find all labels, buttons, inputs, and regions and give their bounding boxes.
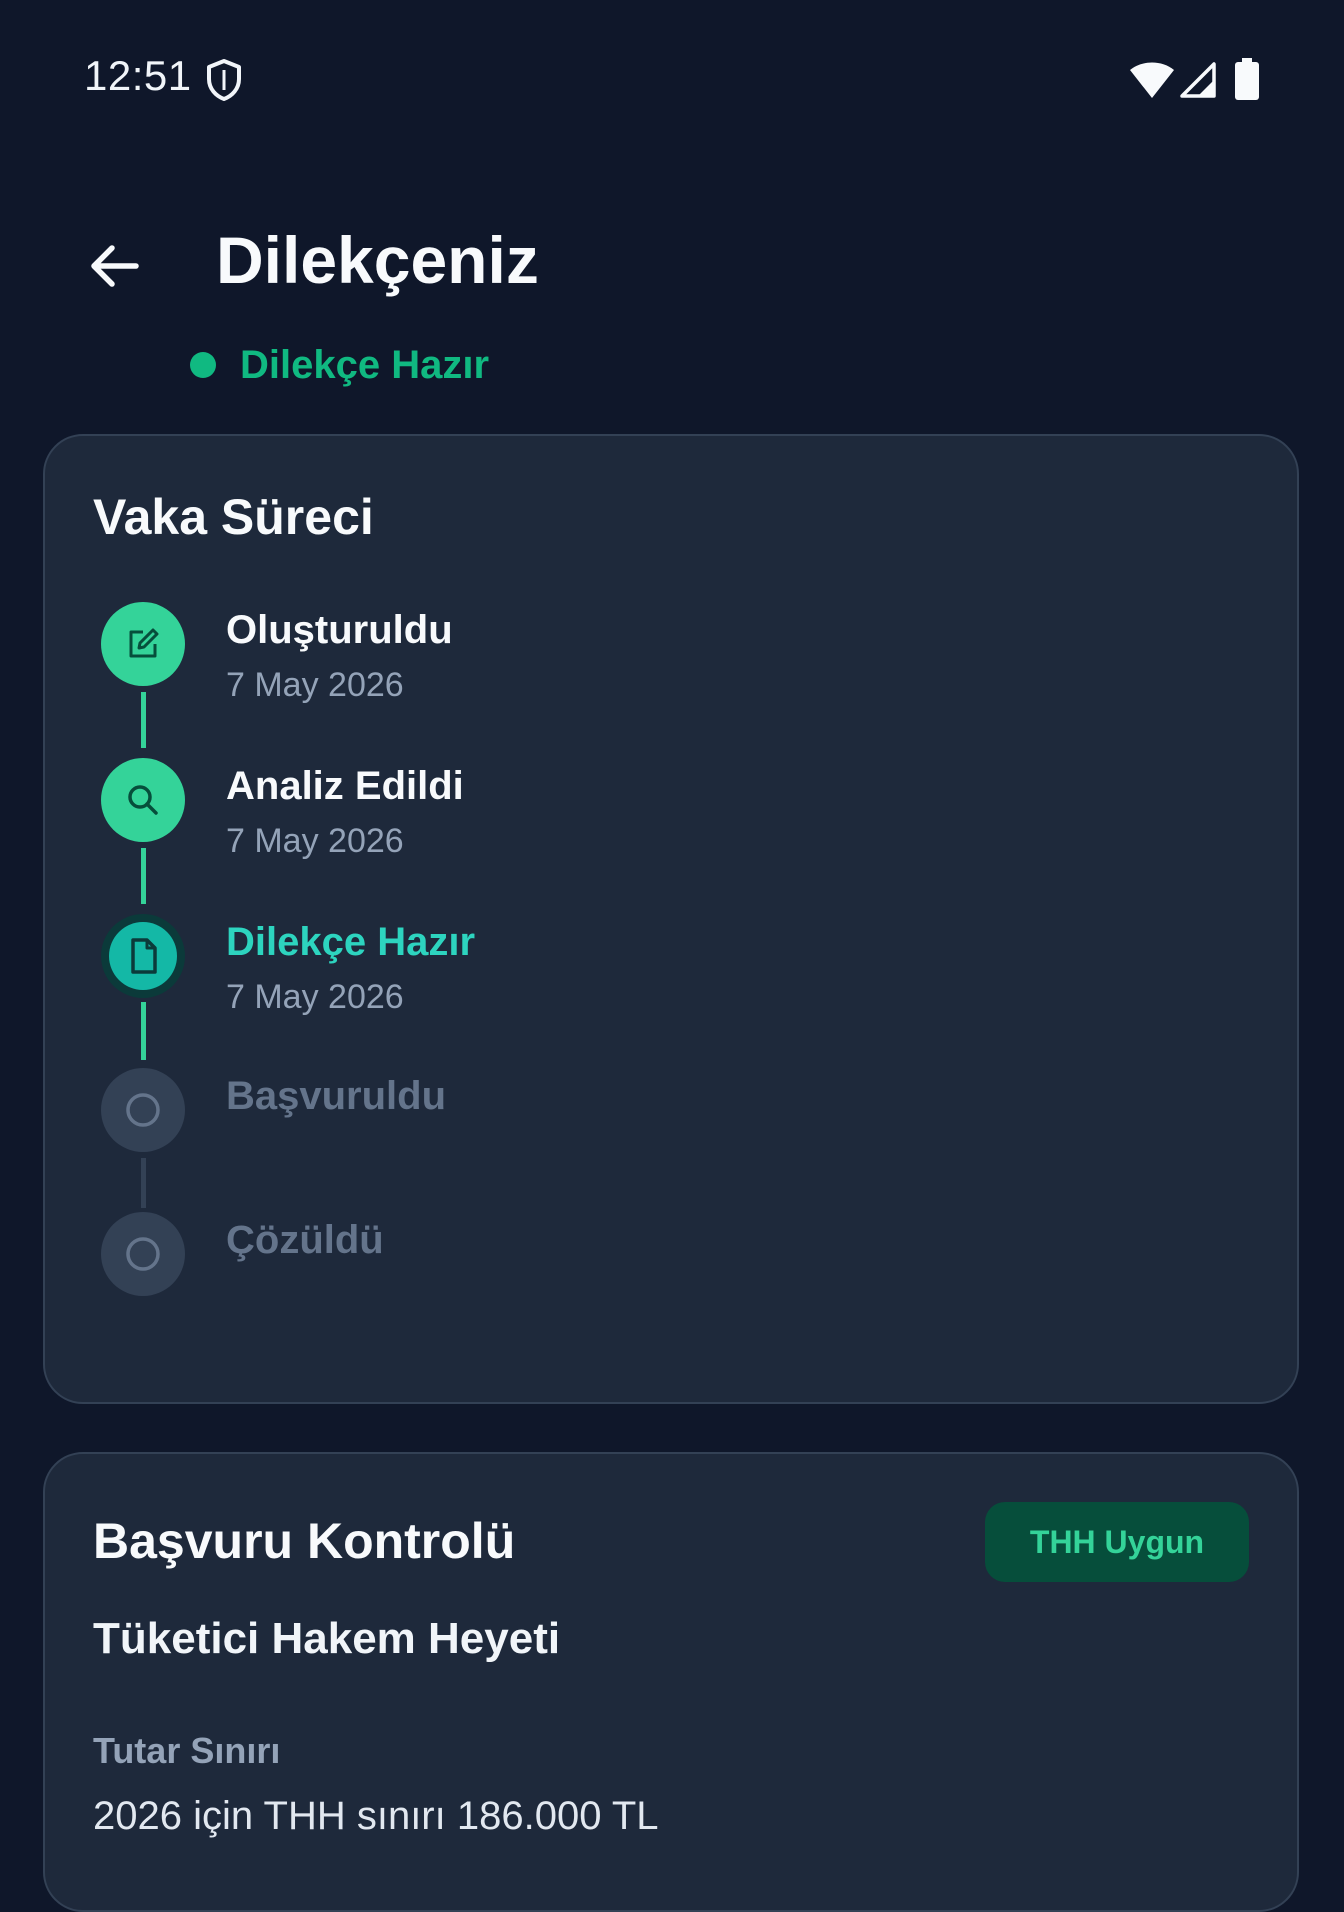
- step-marker: [101, 1212, 185, 1296]
- signal-icon: [1180, 62, 1216, 98]
- step-label: Çözüldü: [226, 1218, 384, 1262]
- circle-icon: [126, 1237, 160, 1271]
- timeline-connector: [141, 1002, 146, 1060]
- status-bar: 12:51: [0, 0, 1344, 160]
- timeline-connector: [141, 692, 146, 748]
- step-marker: [109, 922, 177, 990]
- step-marker: [101, 602, 185, 686]
- battery-icon: [1235, 58, 1259, 100]
- amount-limit-value: 2026 için THH sınırı 186.000 TL: [93, 1794, 659, 1838]
- step-date: 7 May 2026: [226, 978, 404, 1016]
- step-date: 7 May 2026: [226, 666, 404, 704]
- top-app-bar: Dilekçeniz: [0, 200, 1344, 320]
- shield-icon: [207, 59, 241, 101]
- status-text: Dilekçe Hazır: [240, 342, 490, 387]
- eligibility-badge: THH Uygun: [985, 1502, 1249, 1582]
- step-marker: [101, 758, 185, 842]
- application-check-card: Başvuru Kontrolü THH Uygun Tüketici Hake…: [43, 1452, 1299, 1912]
- case-process-title: Vaka Süreci: [93, 489, 374, 545]
- authority-name: Tüketici Hakem Heyeti: [93, 1614, 561, 1663]
- petition-status: Dilekçe Hazır: [190, 340, 489, 390]
- search-icon: [128, 785, 158, 815]
- circle-icon: [126, 1093, 160, 1127]
- step-marker: [101, 1068, 185, 1152]
- status-time: 12:51: [84, 52, 192, 99]
- step-date: 7 May 2026: [226, 822, 404, 860]
- step-label: Analiz Edildi: [226, 764, 464, 808]
- application-check-title: Başvuru Kontrolü: [93, 1513, 516, 1569]
- step-label: Başvuruldu: [226, 1074, 447, 1118]
- edit-icon: [129, 628, 159, 658]
- step-label: Dilekçe Hazır: [226, 920, 476, 964]
- status-dot: [190, 352, 216, 378]
- timeline-connector: [141, 848, 146, 904]
- wifi-icon: [1130, 62, 1174, 98]
- document-icon: [131, 938, 157, 974]
- page-title: Dilekçeniz: [216, 223, 539, 297]
- timeline-connector: [141, 1158, 146, 1208]
- arrow-left-icon: [91, 245, 139, 287]
- case-process-card: Vaka Süreci Oluşturuldu 7 May 2026 Anali…: [43, 434, 1299, 1404]
- back-button[interactable]: [72, 224, 156, 308]
- amount-limit-label: Tutar Sınırı: [93, 1730, 281, 1771]
- step-label: Oluşturuldu: [226, 608, 453, 652]
